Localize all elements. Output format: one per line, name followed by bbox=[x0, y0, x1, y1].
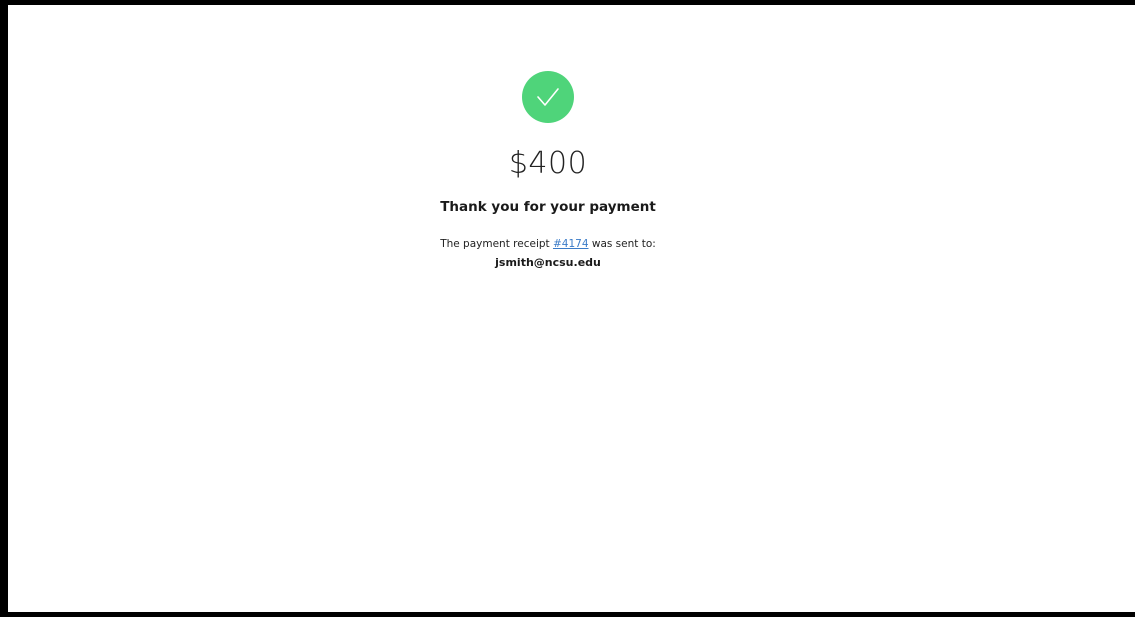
receipt-text-prefix: The payment receipt bbox=[440, 238, 553, 250]
receipt-text-suffix: was sent to: bbox=[588, 238, 656, 250]
receipt-message: The payment receipt #4174 was sent to: bbox=[438, 237, 658, 251]
receipt-number-link[interactable]: #4174 bbox=[553, 238, 589, 250]
confirmation-panel: $400 Thank you for your payment The paym… bbox=[438, 71, 658, 270]
success-badge bbox=[522, 71, 574, 123]
checkmark-icon bbox=[537, 88, 559, 106]
thank-you-heading: Thank you for your payment bbox=[440, 199, 656, 215]
recipient-email: jsmith@ncsu.edu bbox=[495, 256, 601, 269]
payment-confirmation-page: $400 Thank you for your payment The paym… bbox=[0, 0, 1135, 617]
payment-amount: $400 bbox=[508, 146, 588, 181]
